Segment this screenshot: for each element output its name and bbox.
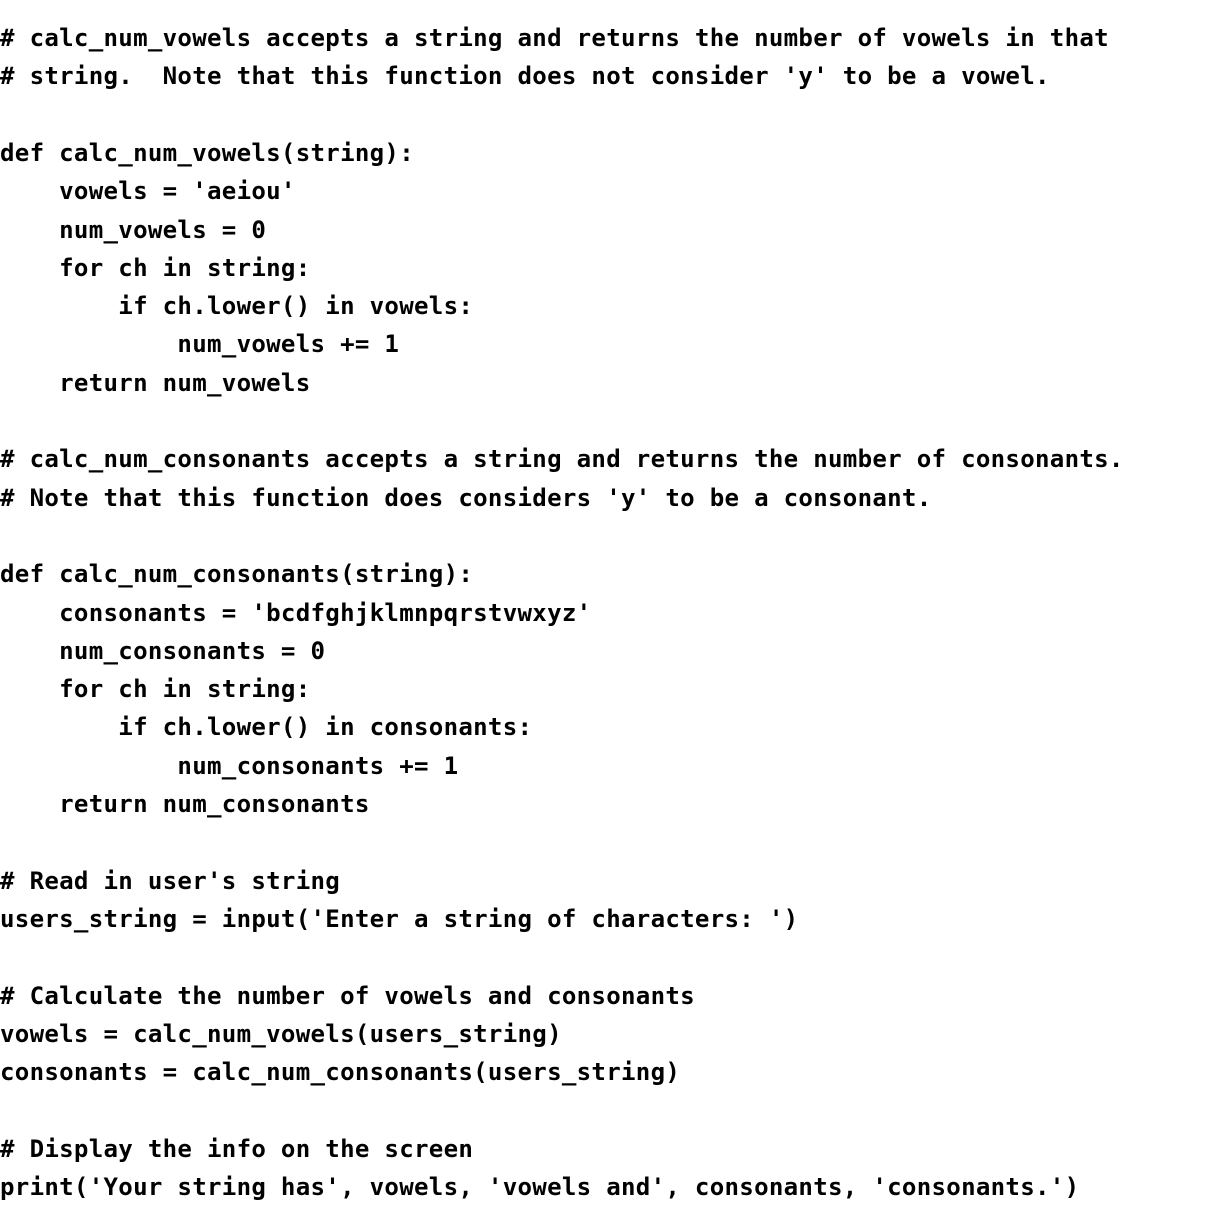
code-line: for ch in string: bbox=[0, 253, 311, 282]
code-line: if ch.lower() in consonants: bbox=[0, 713, 533, 742]
code-line: # string. Note that this function does n… bbox=[0, 62, 1050, 91]
code-line: # Display the info on the screen bbox=[0, 1134, 474, 1163]
code-line: consonants = 'bcdfghjklmnpqrstvwxyz' bbox=[0, 598, 592, 627]
code-line: return num_vowels bbox=[0, 368, 311, 397]
code-line: num_vowels += 1 bbox=[0, 330, 400, 359]
code-line: vowels = calc_num_vowels(users_string) bbox=[0, 1019, 562, 1048]
code-line: num_consonants += 1 bbox=[0, 751, 459, 780]
code-line: if ch.lower() in vowels: bbox=[0, 292, 474, 321]
code-line: vowels = 'aeiou' bbox=[0, 177, 296, 206]
code-line: def calc_num_consonants(string): bbox=[0, 560, 474, 589]
code-line: num_vowels = 0 bbox=[0, 215, 267, 244]
code-line: # Note that this function does considers… bbox=[0, 483, 932, 512]
code-line: users_string = input('Enter a string of … bbox=[0, 904, 799, 933]
code-line: consonants = calc_num_consonants(users_s… bbox=[0, 1058, 681, 1087]
code-line: return num_consonants bbox=[0, 790, 370, 819]
code-line: # calc_num_consonants accepts a string a… bbox=[0, 445, 1124, 474]
code-line: # Calculate the number of vowels and con… bbox=[0, 981, 695, 1010]
code-line: # calc_num_vowels accepts a string and r… bbox=[0, 24, 1109, 53]
code-line: num_consonants = 0 bbox=[0, 636, 326, 665]
code-line: print('Your string has', vowels, 'vowels… bbox=[0, 1173, 1080, 1201]
code-listing: # calc_num_vowels accepts a string and r… bbox=[0, 19, 1205, 1206]
code-line: def calc_num_vowels(string): bbox=[0, 138, 414, 167]
code-line: # Read in user's string bbox=[0, 866, 341, 895]
code-line: for ch in string: bbox=[0, 675, 311, 704]
